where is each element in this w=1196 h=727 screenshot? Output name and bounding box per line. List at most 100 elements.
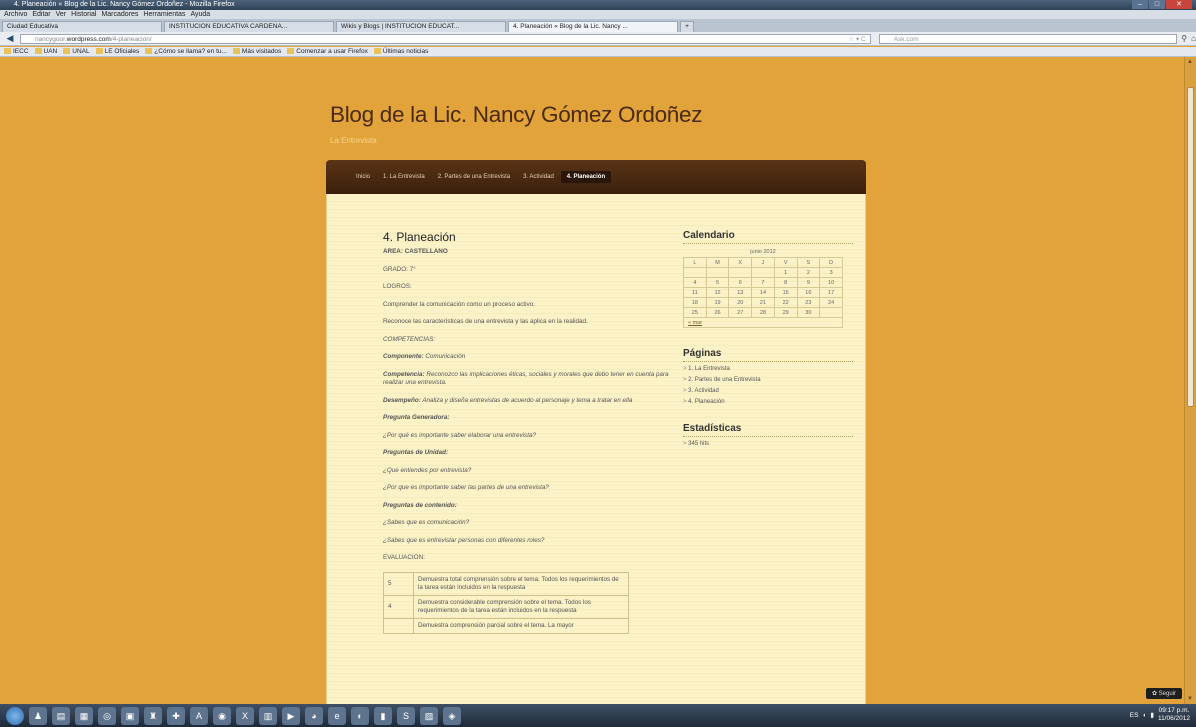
scroll-up-icon[interactable]: ▲ [1187, 59, 1193, 65]
nav-planeacion[interactable]: 4. Planeación [560, 171, 612, 183]
taskbar-app-icon[interactable]: ◎ [98, 706, 116, 725]
follow-button[interactable]: ✿ Seguir [1145, 688, 1182, 699]
taskbar-app-icon[interactable]: ◈ [443, 706, 461, 725]
menu-item-marcadores[interactable]: Marcadores [101, 10, 138, 19]
bookmark-uan[interactable]: UAN [35, 48, 58, 55]
folder-icon[interactable]: ▣ [121, 706, 139, 725]
skype-icon[interactable]: S [397, 706, 415, 725]
tab-strip: Ciudad Educativa INSTITUCION EDUCATIVA C… [0, 19, 1196, 32]
taskbar-app-icon[interactable]: ✚ [167, 706, 185, 725]
weekday: X [728, 257, 753, 268]
tab-institucion-educativa[interactable]: INSTITUCION EDUCATIVA CARDENA... [164, 21, 334, 32]
calendar-week: 25 26 27 28 29 30 [683, 307, 843, 318]
menu-item-archivo[interactable]: Archivo [4, 10, 27, 19]
calendar-week: 123 [683, 267, 843, 278]
vertical-scrollbar[interactable]: ▲ ▼ [1184, 57, 1196, 704]
back-button[interactable]: ◀ [4, 33, 16, 44]
calendar-title: Calendario [683, 230, 853, 244]
tab-ciudad-educativa[interactable]: Ciudad Educativa [2, 21, 162, 32]
menu-item-ver[interactable]: Ver [56, 10, 67, 19]
menu-item-editar[interactable]: Editar [32, 10, 50, 19]
weekday: D [819, 257, 843, 268]
bookmark-mas-visitados[interactable]: Más visitados [233, 48, 281, 55]
new-tab-button[interactable]: + [680, 21, 694, 32]
firefox-icon[interactable]: ◐ [351, 706, 369, 725]
tab-wikis-blogs[interactable]: Wikis y Blogs | INSTITUCION EDUCAT... [336, 21, 506, 32]
search-placeholder: Ask.com [893, 35, 919, 43]
calendar-nav: « mar [683, 317, 843, 328]
url-domain: wordpress.com [66, 35, 111, 43]
window-title: 4. Planeación « Blog de la Lic. Nancy Gó… [14, 1, 235, 8]
search-input[interactable]: Ask.com [878, 33, 1178, 44]
post-pc-q2: ¿Sabes que es entrevistar personas con d… [383, 536, 545, 544]
blog-title[interactable]: Blog de la Lic. Nancy Gómez Ordoñez [330, 102, 702, 128]
nav-inicio[interactable]: Inicio [350, 171, 376, 183]
paginas-title: Páginas [683, 348, 853, 362]
search-icon[interactable]: ⚲ [1181, 34, 1187, 43]
pdf-icon[interactable]: A [190, 706, 208, 725]
calendar-day: 8 [773, 277, 798, 288]
taskbar-app-icon[interactable]: ♜ [144, 706, 162, 725]
scroll-down-icon[interactable]: ▼ [1187, 696, 1193, 702]
calendar-day [751, 267, 775, 278]
calendar-week: 18 19 20 21 22 23 24 [683, 297, 843, 308]
pagina-link-actividad[interactable]: 3. Actividad [683, 388, 853, 394]
bookmark-comenzar-firefox[interactable]: Comenzar a usar Firefox [287, 48, 368, 55]
bookmark-unal[interactable]: UNAL [63, 48, 89, 55]
calendar-day: 26 [705, 307, 730, 318]
taskbar-app-icon[interactable]: ▦ [75, 706, 93, 725]
post-preguntas-contenido: Preguntas de contenido: [383, 501, 457, 509]
calendar-day: 3 [819, 267, 843, 278]
bookmark-le-oficiales[interactable]: LE Oficiales [96, 48, 140, 55]
chrome-icon[interactable]: ◕ [305, 706, 323, 725]
taskbar-app-icon[interactable]: ▨ [420, 706, 438, 725]
url-path: /4-planeacion/ [110, 35, 152, 43]
nav-actividad[interactable]: 3. Actividad [517, 171, 560, 183]
pagina-link-entrevista[interactable]: 1. La Entrevista [683, 366, 853, 372]
network-icon[interactable]: ▮ [1150, 711, 1154, 719]
post-pregunta-generadora: Pregunta Generadora: [383, 414, 450, 421]
calendar-day: 28 [751, 307, 775, 318]
home-icon[interactable]: ⌂ [1191, 34, 1196, 43]
maximize-button[interactable]: □ [1149, 0, 1165, 9]
close-button[interactable]: ✕ [1166, 0, 1192, 9]
calendar-day: 29 [773, 307, 798, 318]
nav-partes-entrevista[interactable]: 2. Partes de una Entrevista [432, 171, 516, 183]
bookmark-iecc[interactable]: IECC [4, 48, 29, 55]
componente-label: Componente: [383, 353, 424, 360]
sidebar: Calendario junio 2012 L M X J V S D 123 … [683, 230, 853, 465]
calendar-day: 7 [751, 277, 775, 288]
reload-icon[interactable]: ☆ ▾ C [848, 35, 865, 44]
post-preguntas-unidad: Preguntas de Unidad: [383, 449, 449, 456]
menu-item-herramientas[interactable]: Herramientas [143, 10, 185, 19]
calendar-caption: junio 2012 [750, 249, 776, 255]
stats-hits: 345 hits [683, 441, 853, 447]
menu-item-ayuda[interactable]: Ayuda [190, 10, 210, 19]
taskbar-app-icon[interactable]: ▥ [259, 706, 277, 725]
tab-planeacion[interactable]: 4. Planeación « Blog de la Lic. Nancy ..… [508, 21, 678, 32]
nav-la-entrevista[interactable]: 1. La Entrevista [377, 171, 431, 183]
ie-icon[interactable]: e [328, 706, 346, 725]
language-indicator[interactable]: ES [1130, 712, 1139, 719]
bookmark-como-se-llama[interactable]: ¿Cómo se llama? en tu... [145, 48, 227, 55]
taskbar-app-icon[interactable]: ♟ [29, 706, 47, 725]
minimize-button[interactable]: – [1132, 0, 1148, 9]
calendar-day: 6 [728, 277, 753, 288]
eval-description: Demuestra considerable comprensión sobre… [413, 594, 629, 619]
url-input[interactable]: nancygoor.wordpress.com/4-planeacion/ ☆ … [19, 33, 871, 44]
taskbar-app-icon[interactable]: ◉ [213, 706, 231, 725]
pagina-link-planeacion[interactable]: 4. Planeación [683, 399, 853, 405]
excel-icon[interactable]: X [236, 706, 254, 725]
calendar-prev-link[interactable]: « mar [683, 317, 843, 328]
taskbar-app-icon[interactable]: ▮ [374, 706, 392, 725]
clock[interactable]: 09:17 p.m. 11/06/2012 [1158, 707, 1190, 723]
scrollbar-thumb[interactable] [1187, 87, 1194, 407]
menu-item-historial[interactable]: Historial [71, 10, 96, 19]
start-button[interactable] [6, 706, 24, 725]
taskbar-app-icon[interactable]: ▶ [282, 706, 300, 725]
bookmark-ultimas-noticias[interactable]: Últimas noticias [374, 48, 429, 55]
taskbar-app-icon[interactable]: ▤ [52, 706, 70, 725]
calendar-day: 4 [683, 277, 707, 288]
volume-icon[interactable]: ◖ [1142, 712, 1146, 719]
pagina-link-partes[interactable]: 2. Partes de una Entrevista [683, 377, 853, 383]
